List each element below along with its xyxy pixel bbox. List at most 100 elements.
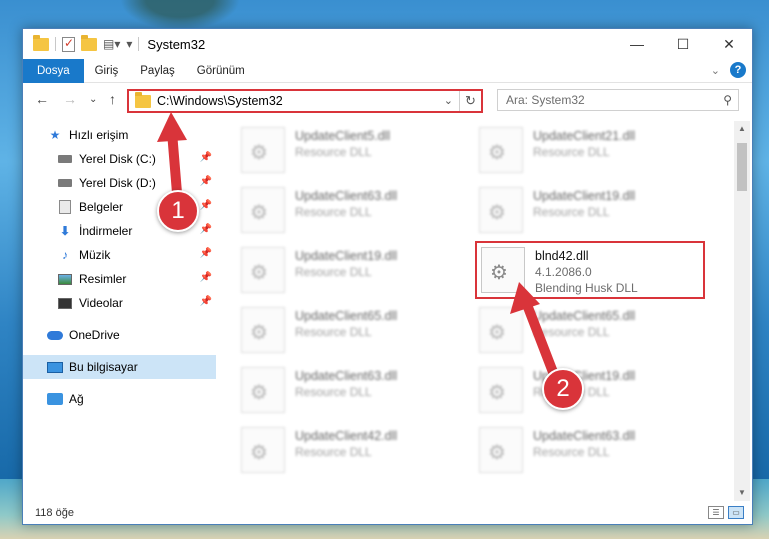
scroll-down-icon[interactable]: ▼: [734, 485, 750, 501]
star-icon: ★: [49, 128, 61, 142]
customize-icon[interactable]: ▤▾: [103, 37, 120, 51]
network-icon: [47, 391, 63, 407]
blnd42-dll-file[interactable]: ⚙ blnd42.dll 4.1.2086.0 Blending Husk DL…: [475, 241, 705, 299]
nav-label: İndirmeler: [79, 224, 133, 238]
title-bar: ▤▾ ▾ System32 — ☐ ✕: [23, 29, 752, 59]
file-description: Blending Husk DLL: [535, 281, 638, 295]
minimize-icon[interactable]: —: [614, 29, 660, 59]
list-item[interactable]: ⚙ UpdateClient65.dll Resource DLL: [479, 305, 699, 357]
pin-icon: 📌: [199, 296, 212, 307]
pin-icon: 📌: [199, 176, 212, 187]
new-folder-icon[interactable]: [81, 34, 97, 51]
window-controls: — ☐ ✕: [614, 29, 752, 59]
details-view-icon[interactable]: ☰: [708, 506, 724, 519]
address-path[interactable]: C:\Windows\System32: [157, 94, 283, 108]
dll-file-icon: ⚙: [479, 187, 523, 233]
dll-file-icon: ⚙: [241, 247, 285, 293]
window-title: System32: [147, 36, 206, 52]
properties-icon[interactable]: [62, 36, 75, 52]
list-item[interactable]: ⚙ UpdateClient5.dll Resource DLL: [241, 125, 461, 177]
search-input[interactable]: Ara: System32 ⚲: [497, 89, 739, 111]
nav-network[interactable]: Ağ: [23, 387, 216, 411]
list-item[interactable]: ⚙ UpdateClient63.dll Resource DLL: [241, 185, 461, 237]
disk-icon: [57, 151, 73, 167]
list-item[interactable]: ⚙ UpdateClient63.dll Resource DLL: [241, 365, 461, 417]
nav-label: Yerel Disk (D:): [79, 176, 156, 190]
nav-label: Belgeler: [79, 200, 124, 214]
chevron-down-icon[interactable]: ⌄: [711, 64, 720, 77]
help-icon[interactable]: ?: [730, 62, 746, 78]
annotation-badge-2: 2: [542, 368, 584, 410]
navigation-pane: ★ Hızlı erişim Yerel Disk (C:) 📌 Yerel D…: [23, 123, 216, 503]
background-palm: [120, 0, 240, 30]
chevron-down-icon[interactable]: ▾: [126, 37, 132, 51]
view-buttons: ☰ ▭: [708, 506, 744, 519]
dll-file-icon: ⚙: [479, 307, 523, 353]
file-list: ⚙ UpdateClient5.dll Resource DLL ⚙ Update…: [217, 121, 735, 501]
quick-access-toolbar: ▤▾ ▾: [23, 34, 140, 52]
nav-label: Ağ: [69, 392, 84, 406]
back-arrow-icon[interactable]: ←: [35, 91, 49, 107]
nav-onedrive[interactable]: OneDrive: [23, 323, 216, 347]
nav-label: Videolar: [79, 296, 123, 310]
separator: [138, 37, 140, 51]
search-icon[interactable]: ⚲: [723, 93, 732, 107]
file-version: 4.1.2086.0: [535, 265, 592, 279]
tab-view[interactable]: Görünüm: [186, 59, 256, 83]
nav-pictures[interactable]: Resimler 📌: [23, 267, 216, 291]
address-row: ← → ⌄ ↑ C:\Windows\System32 ⌄ ↻ Ara: Sys…: [23, 87, 752, 115]
up-arrow-icon[interactable]: ↑: [109, 91, 116, 107]
refresh-icon[interactable]: ↻: [459, 91, 481, 111]
dll-file-icon: ⚙: [241, 427, 285, 473]
list-item[interactable]: ⚙ UpdateClient21.dll Resource DLL: [479, 125, 699, 177]
chevron-down-icon[interactable]: ⌄: [444, 94, 453, 107]
nav-music[interactable]: ♪ Müzik 📌: [23, 243, 216, 267]
this-pc-icon: [47, 359, 63, 375]
dll-file-icon: ⚙: [241, 307, 285, 353]
downloads-icon: ⬇: [59, 224, 71, 238]
vertical-scrollbar[interactable]: ▲ ▼: [734, 121, 750, 501]
pin-icon: 📌: [199, 224, 212, 235]
dll-file-icon: ⚙: [479, 427, 523, 473]
nav-videos[interactable]: Videolar 📌: [23, 291, 216, 315]
videos-icon: [57, 295, 73, 311]
tab-share[interactable]: Paylaş: [129, 59, 186, 83]
ribbon-tabs: Dosya Giriş Paylaş Görünüm ⌄ ?: [23, 58, 752, 83]
music-icon: ♪: [62, 248, 68, 262]
tab-file[interactable]: Dosya: [23, 58, 84, 83]
address-bar[interactable]: C:\Windows\System32 ⌄ ↻: [127, 89, 483, 113]
list-item[interactable]: ⚙ UpdateClient19.dllResource DLL: [479, 365, 699, 417]
list-item[interactable]: ⚙ UpdateClient19.dllResource DLL: [479, 185, 699, 237]
disk-icon: [57, 175, 73, 191]
onedrive-icon: [47, 327, 63, 343]
nav-quick-access[interactable]: ★ Hızlı erişim: [23, 123, 216, 147]
scroll-thumb[interactable]: [737, 143, 747, 191]
nav-label: Müzik: [79, 248, 111, 262]
list-item[interactable]: ⚙ UpdateClient19.dllResource DLL: [241, 245, 461, 297]
forward-arrow-icon[interactable]: →: [63, 91, 77, 107]
recent-locations-icon[interactable]: ⌄: [89, 94, 97, 105]
documents-icon: [57, 199, 73, 215]
list-item[interactable]: ⚙ UpdateClient65.dll Resource DLL: [241, 305, 461, 357]
tab-home[interactable]: Giriş: [84, 59, 130, 83]
status-bar: 118 öğe ☰ ▭: [23, 502, 752, 524]
close-icon[interactable]: ✕: [706, 29, 752, 59]
scroll-up-icon[interactable]: ▲: [734, 121, 750, 137]
nav-label: Resimler: [79, 272, 127, 286]
maximize-icon[interactable]: ☐: [660, 29, 706, 59]
nav-this-pc[interactable]: Bu bilgisayar: [23, 355, 216, 379]
item-count: 118 öğe: [35, 507, 74, 519]
file-name: blnd42.dll: [535, 249, 589, 263]
ribbon-right: ⌄ ?: [711, 62, 746, 78]
separator: [55, 37, 56, 51]
tiles-view-icon[interactable]: ▭: [728, 506, 744, 519]
nav-label: Yerel Disk (C:): [79, 152, 156, 166]
pin-icon: 📌: [199, 200, 212, 211]
folder-icon[interactable]: [33, 34, 49, 51]
list-item[interactable]: ⚙ UpdateClient63.dll Resource DLL: [479, 425, 699, 477]
nav-local-disk-c[interactable]: Yerel Disk (C:) 📌: [23, 147, 216, 171]
list-item[interactable]: ⚙ UpdateClient42.dll Resource DLL: [241, 425, 461, 477]
